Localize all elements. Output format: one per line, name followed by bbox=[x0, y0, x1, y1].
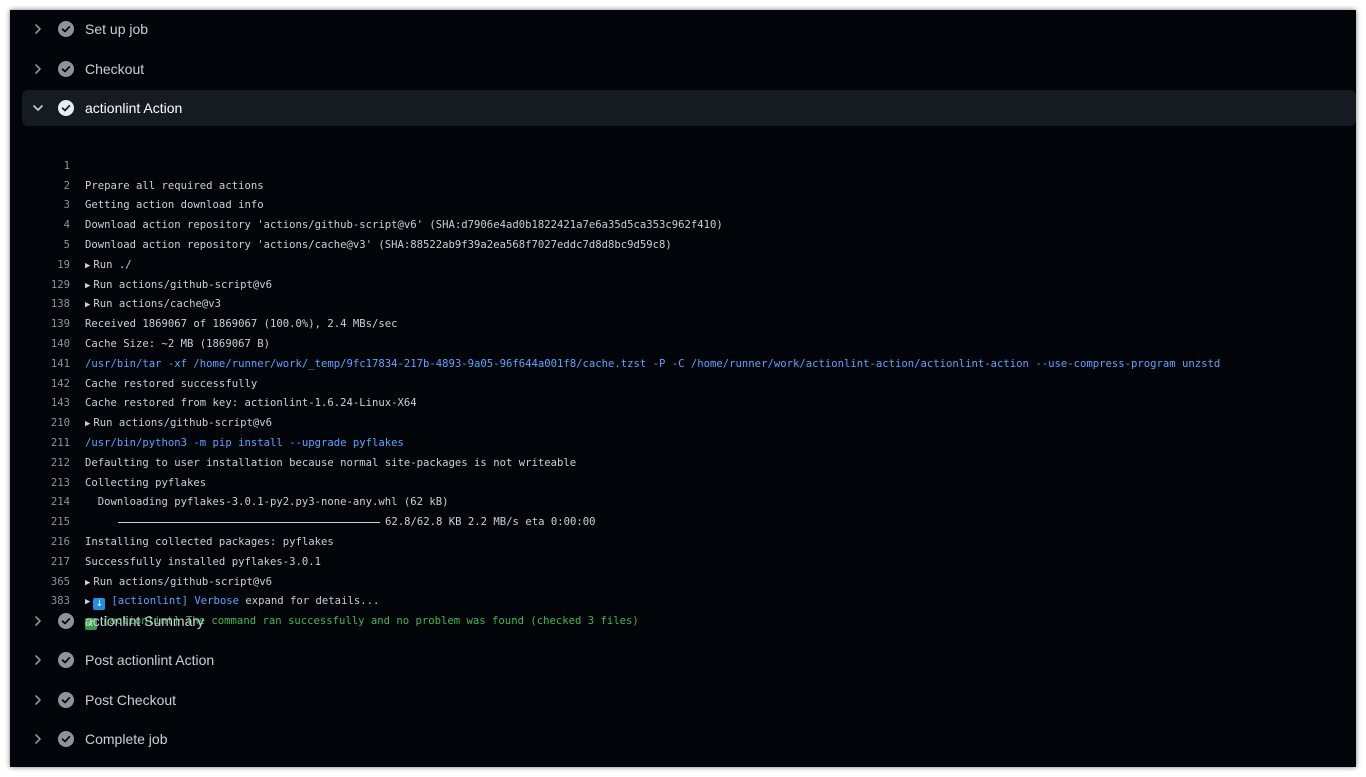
log-line: 212 Collecting pyflakes bbox=[10, 434, 1356, 489]
chevron-right-icon bbox=[30, 61, 46, 77]
log-line: 215 Installing collected packages: pyfla… bbox=[10, 493, 1356, 548]
log-group-line[interactable]: 5 ▶ Run ./ bbox=[10, 216, 1356, 271]
log-command-line: 140 /usr/bin/tar -xf /home/runner/work/_… bbox=[10, 315, 1356, 370]
log-line: 213 Downloading pyflakes-3.0.1-py2.py3-n… bbox=[10, 454, 1356, 509]
chevron-right-icon bbox=[30, 613, 46, 629]
log-line: 139 Cache Size: ~2 MB (1869067 B) bbox=[10, 295, 1356, 350]
log-group-line[interactable]: 143 ▶ Run actions/github-script@v6 bbox=[10, 375, 1356, 429]
check-circle-icon bbox=[58, 692, 74, 708]
step-label: actionlint Summary bbox=[85, 613, 205, 629]
check-circle-icon bbox=[58, 731, 74, 747]
log-progress-line: 214 62.8/62.8 KB 2.2 MB/s eta 0:00:00 bbox=[10, 474, 1356, 528]
log-line: 142 Cache restored from key: actionlint-… bbox=[10, 355, 1356, 410]
step-checkout[interactable]: Checkout bbox=[22, 51, 1356, 87]
step-label: Complete job bbox=[85, 731, 168, 747]
chevron-right-icon bbox=[30, 21, 46, 37]
log-line: 141 Cache restored successfully bbox=[10, 335, 1356, 390]
log-group-line[interactable]: 19 ▶ Run actions/github-script@v6 bbox=[10, 236, 1356, 291]
check-circle-icon bbox=[58, 613, 74, 629]
step-log: 1 Prepare all required actions 2 Getting… bbox=[10, 137, 1356, 631]
check-circle-icon bbox=[58, 61, 74, 77]
step-actionlint-summary[interactable]: actionlint Summary bbox=[22, 603, 1356, 639]
log-line: 216 Successfully installed pyflakes-3.0.… bbox=[10, 513, 1356, 568]
step-label: actionlint Action bbox=[85, 100, 183, 116]
workflow-log-panel: Set up job Checkout actionlint Action 1 … bbox=[10, 10, 1356, 767]
step-complete-job[interactable]: Complete job bbox=[22, 721, 1356, 757]
step-label: Checkout bbox=[85, 61, 145, 77]
chevron-right-icon bbox=[30, 731, 46, 747]
log-success-line: 383 ✓ [actionlint] The command ran succes… bbox=[10, 573, 1356, 631]
log-line: 2 Getting action download info bbox=[10, 157, 1356, 212]
log-line: 138 Received 1869067 of 1869067 (100.0%)… bbox=[10, 276, 1356, 330]
chevron-right-icon bbox=[30, 652, 46, 668]
step-set-up-job[interactable]: Set up job bbox=[22, 11, 1356, 47]
step-label: Post actionlint Action bbox=[85, 652, 215, 668]
log-command-line: 210 /usr/bin/python3 -m pip install --up… bbox=[10, 394, 1356, 449]
log-group-line[interactable]: 129 ▶ Run actions/cache@v3 bbox=[10, 256, 1356, 311]
log-group-line[interactable]: 217 ▶ Run actions/github-script@v6 bbox=[10, 533, 1356, 588]
check-circle-icon bbox=[58, 652, 74, 668]
step-post-actionlint-action[interactable]: Post actionlint Action bbox=[22, 642, 1356, 678]
log-line: 211 Defaulting to user installation beca… bbox=[10, 414, 1356, 469]
step-actionlint-action[interactable]: actionlint Action bbox=[22, 90, 1356, 126]
log-line: 3 Download action repository 'actions/gi… bbox=[10, 177, 1356, 231]
step-label: Post Checkout bbox=[85, 692, 177, 708]
log-line: 4 Download action repository 'actions/ca… bbox=[10, 196, 1356, 251]
log-line: 1 Prepare all required actions bbox=[10, 137, 1356, 192]
step-label: Set up job bbox=[85, 21, 149, 37]
check-circle-icon bbox=[58, 21, 74, 37]
step-post-checkout[interactable]: Post Checkout bbox=[22, 682, 1356, 718]
check-circle-icon bbox=[58, 100, 74, 116]
log-group-line[interactable]: 365 ▶ ↓ [actionlint] Verbose expand for de… bbox=[10, 553, 1356, 611]
chevron-right-icon bbox=[30, 692, 46, 708]
chevron-down-icon bbox=[30, 100, 46, 116]
